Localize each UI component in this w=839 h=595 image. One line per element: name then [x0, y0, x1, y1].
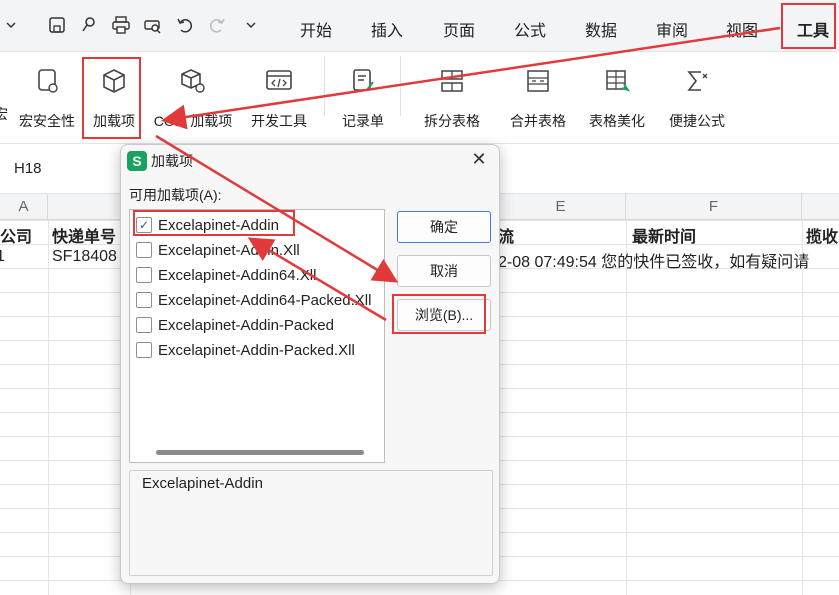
addin-description: Excelapinet-Addin	[140, 475, 265, 492]
cell-header-pickup[interactable]: 揽收	[806, 223, 838, 247]
list-item[interactable]: ✓ Excelapinet-Addin	[136, 214, 279, 236]
column-header-f[interactable]: F	[626, 194, 802, 220]
macro-security-button[interactable]: 宏安全性	[16, 60, 78, 138]
checkbox[interactable]	[136, 267, 152, 283]
list-item-label: Excelapinet-Addin.Xll	[158, 241, 300, 259]
tab-insert[interactable]: 插入	[371, 17, 403, 41]
ribbon-item-label: 合并表格	[510, 113, 566, 129]
addins-list[interactable]: ✓ Excelapinet-Addin Excelapinet-Addin.Xl…	[129, 209, 385, 463]
column-header[interactable]	[48, 194, 130, 220]
quick-access-toolbar: 开始 插入 页面 公式 数据 审阅 视图 工具	[0, 0, 839, 52]
checkbox[interactable]	[136, 342, 152, 358]
split-table-button[interactable]: 拆分表格	[414, 60, 490, 138]
cancel-button[interactable]: 取消	[397, 255, 491, 287]
code-window-icon	[263, 64, 295, 98]
ribbon-item-label: COM 加载项	[153, 113, 233, 129]
grid-line	[802, 220, 803, 595]
merge-table-button[interactable]: 合并表格	[500, 60, 576, 138]
dialog-title: 加载项	[151, 153, 193, 169]
grid-line	[626, 220, 627, 595]
split-table-icon	[436, 64, 468, 98]
list-item-label: Excelapinet-Addin64-Packed.Xll	[158, 291, 372, 309]
list-item-label: Excelapinet-Addin-Packed.Xll	[158, 341, 355, 359]
column-header-a[interactable]: A	[0, 194, 48, 220]
cell-row1-a[interactable]: 1	[0, 248, 5, 266]
ribbon-divider	[400, 56, 401, 116]
ribbon-item-label: 记录单	[342, 113, 384, 129]
tab-page[interactable]: 页面	[443, 17, 475, 41]
addins-dialog: S 加载项 ✕ 可用加载项(A): ✓ Excelapinet-Addin Ex…	[120, 144, 500, 584]
form-icon	[347, 64, 379, 98]
checkbox[interactable]	[136, 292, 152, 308]
record-form-button[interactable]: 记录单	[338, 60, 388, 138]
addins-button[interactable]: 加载项	[86, 60, 142, 138]
print-icon[interactable]	[110, 14, 132, 36]
list-item[interactable]: Excelapinet-Addin-Packed.Xll	[136, 339, 355, 361]
list-item[interactable]: Excelapinet-Addin64-Packed.Xll	[136, 289, 371, 311]
com-addins-button[interactable]: COM 加载项	[148, 60, 238, 138]
format-painter-icon[interactable]	[78, 14, 100, 36]
cell-header-latest-time[interactable]: 最新时间	[632, 223, 696, 247]
tab-view[interactable]: 视图	[726, 17, 758, 41]
ribbon-item-label: 拆分表格	[424, 113, 480, 129]
cube-icon	[98, 64, 130, 98]
list-item[interactable]: Excelapinet-Addin64.Xll	[136, 264, 316, 286]
checkbox[interactable]: ✓	[136, 217, 152, 233]
ribbon-cut-label: 宏	[0, 106, 8, 122]
ribbon-item-label: 加载项	[93, 113, 135, 129]
list-item-label: Excelapinet-Addin	[158, 216, 279, 234]
sum-icon	[681, 64, 713, 98]
redo-icon[interactable]	[206, 14, 228, 36]
cell-header-logistics[interactable]: 流	[498, 223, 514, 247]
cell-row1-status[interactable]: 2-08 07:49:54 您的快件已签收，如有疑问请	[498, 248, 809, 272]
ok-button[interactable]: 确定	[397, 211, 491, 243]
ribbon-item-label: 宏安全性	[19, 113, 75, 129]
ribbon-item-label: 表格美化	[589, 113, 645, 129]
save-icon[interactable]	[46, 14, 68, 36]
tab-start[interactable]: 开始	[300, 17, 332, 41]
column-header-e[interactable]: E	[496, 194, 626, 220]
shield-icon	[31, 64, 63, 98]
undo-icon[interactable]	[174, 14, 196, 36]
tab-review[interactable]: 审阅	[656, 17, 688, 41]
checkbox[interactable]	[136, 242, 152, 258]
cell-header-company[interactable]: 公司	[0, 223, 32, 247]
cell-row1-tracking[interactable]: SF18408	[52, 248, 117, 266]
grid-line	[48, 220, 49, 595]
merge-table-icon	[522, 64, 554, 98]
quick-formula-button[interactable]: 便捷公式	[660, 60, 734, 138]
app-logo-icon: S	[127, 151, 147, 171]
list-item-label: Excelapinet-Addin64.Xll	[158, 266, 317, 284]
table-beautify-button[interactable]: 表格美化	[586, 60, 648, 138]
browse-button[interactable]: 浏览(B)...	[397, 299, 491, 331]
table-beautify-icon	[601, 64, 633, 98]
chevron-down-icon[interactable]	[0, 14, 22, 36]
tab-data[interactable]: 数据	[585, 17, 617, 41]
tab-tools[interactable]: 工具	[797, 17, 829, 41]
list-item[interactable]: Excelapinet-Addin.Xll	[136, 239, 300, 261]
ribbon: 宏 宏安全性 加载项 COM 加载项 开发工具 记录单 拆分表格 合并表格 表格…	[0, 52, 839, 144]
list-item-label: Excelapinet-Addin-Packed	[158, 316, 334, 334]
name-box[interactable]: H18	[14, 160, 42, 177]
addin-description-box: Excelapinet-Addin	[129, 470, 493, 576]
print-preview-icon[interactable]	[142, 14, 164, 36]
developer-tools-button[interactable]: 开发工具	[246, 60, 312, 138]
horizontal-scrollbar[interactable]	[138, 450, 378, 456]
tab-formula[interactable]: 公式	[514, 17, 546, 41]
cell-header-tracking[interactable]: 快递单号	[52, 223, 116, 247]
chevron-down-icon[interactable]	[240, 14, 262, 36]
available-addins-label: 可用加载项(A):	[129, 187, 222, 203]
column-header[interactable]	[802, 194, 839, 220]
checkbox[interactable]	[136, 317, 152, 333]
cube-gear-icon	[177, 64, 209, 98]
close-icon[interactable]: ✕	[469, 149, 489, 169]
ribbon-item-label: 便捷公式	[669, 113, 725, 129]
scrollbar-thumb[interactable]	[156, 450, 364, 455]
ribbon-item-label: 开发工具	[251, 113, 307, 129]
list-item[interactable]: Excelapinet-Addin-Packed	[136, 314, 334, 336]
ribbon-divider	[324, 56, 325, 116]
